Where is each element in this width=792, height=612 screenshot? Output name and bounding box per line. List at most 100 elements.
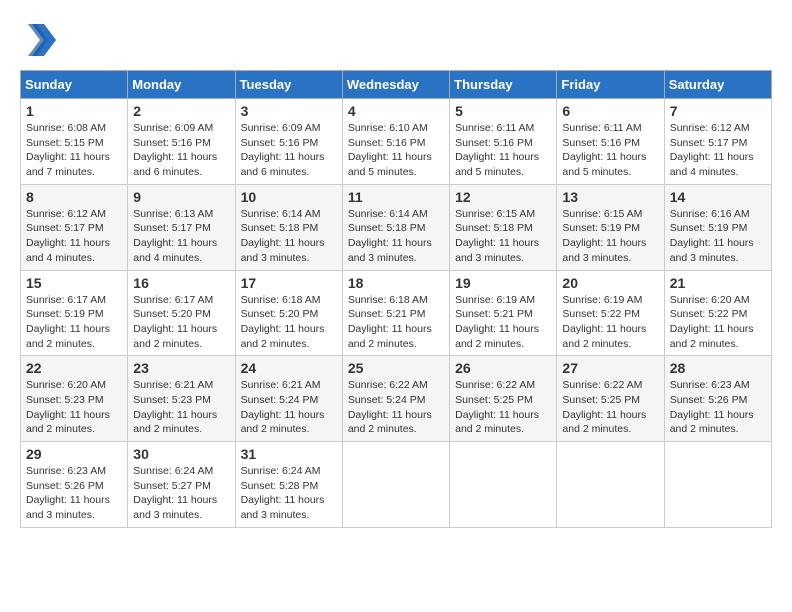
day-number: 9 bbox=[133, 189, 229, 205]
day-info: Sunrise: 6:18 AM Sunset: 5:21 PM Dayligh… bbox=[348, 293, 444, 352]
logo bbox=[20, 20, 64, 60]
calendar-week-5: 29 Sunrise: 6:23 AM Sunset: 5:26 PM Dayl… bbox=[21, 442, 772, 528]
daylight-label: Daylight: 11 hours and 2 minutes. bbox=[562, 409, 646, 436]
sunrise-label: Sunrise: 6:14 AM bbox=[241, 208, 321, 220]
daylight-label: Daylight: 11 hours and 3 minutes. bbox=[670, 237, 754, 264]
daylight-label: Daylight: 11 hours and 2 minutes. bbox=[348, 323, 432, 350]
sunrise-label: Sunrise: 6:21 AM bbox=[133, 379, 213, 391]
calendar-day-3: 3 Sunrise: 6:09 AM Sunset: 5:16 PM Dayli… bbox=[235, 99, 342, 185]
day-number: 29 bbox=[26, 446, 122, 462]
sunrise-label: Sunrise: 6:24 AM bbox=[133, 465, 213, 477]
daylight-label: Daylight: 11 hours and 2 minutes. bbox=[455, 409, 539, 436]
day-info: Sunrise: 6:21 AM Sunset: 5:23 PM Dayligh… bbox=[133, 378, 229, 437]
calendar-day-4: 4 Sunrise: 6:10 AM Sunset: 5:16 PM Dayli… bbox=[342, 99, 449, 185]
sunrise-label: Sunrise: 6:23 AM bbox=[26, 465, 106, 477]
sunrise-label: Sunrise: 6:10 AM bbox=[348, 122, 428, 134]
sunrise-label: Sunrise: 6:19 AM bbox=[455, 294, 535, 306]
calendar-day-29: 29 Sunrise: 6:23 AM Sunset: 5:26 PM Dayl… bbox=[21, 442, 128, 528]
weekday-monday: Monday bbox=[128, 71, 235, 99]
day-info: Sunrise: 6:24 AM Sunset: 5:28 PM Dayligh… bbox=[241, 464, 337, 523]
daylight-label: Daylight: 11 hours and 6 minutes. bbox=[133, 151, 217, 178]
day-info: Sunrise: 6:14 AM Sunset: 5:18 PM Dayligh… bbox=[241, 207, 337, 266]
day-number: 22 bbox=[26, 360, 122, 376]
day-info: Sunrise: 6:15 AM Sunset: 5:18 PM Dayligh… bbox=[455, 207, 551, 266]
day-info: Sunrise: 6:12 AM Sunset: 5:17 PM Dayligh… bbox=[26, 207, 122, 266]
calendar-day-23: 23 Sunrise: 6:21 AM Sunset: 5:23 PM Dayl… bbox=[128, 356, 235, 442]
calendar-day-14: 14 Sunrise: 6:16 AM Sunset: 5:19 PM Dayl… bbox=[664, 184, 771, 270]
sunrise-label: Sunrise: 6:17 AM bbox=[26, 294, 106, 306]
sunrise-label: Sunrise: 6:19 AM bbox=[562, 294, 642, 306]
daylight-label: Daylight: 11 hours and 2 minutes. bbox=[26, 409, 110, 436]
day-info: Sunrise: 6:23 AM Sunset: 5:26 PM Dayligh… bbox=[26, 464, 122, 523]
day-info: Sunrise: 6:09 AM Sunset: 5:16 PM Dayligh… bbox=[241, 121, 337, 180]
sunrise-label: Sunrise: 6:11 AM bbox=[455, 122, 534, 134]
sunset-label: Sunset: 5:17 PM bbox=[670, 137, 748, 149]
sunset-label: Sunset: 5:23 PM bbox=[26, 394, 104, 406]
calendar-table: SundayMondayTuesdayWednesdayThursdayFrid… bbox=[20, 70, 772, 528]
sunrise-label: Sunrise: 6:11 AM bbox=[562, 122, 641, 134]
sunset-label: Sunset: 5:19 PM bbox=[562, 222, 640, 234]
sunset-label: Sunset: 5:16 PM bbox=[562, 137, 640, 149]
daylight-label: Daylight: 11 hours and 2 minutes. bbox=[133, 409, 217, 436]
day-number: 25 bbox=[348, 360, 444, 376]
day-info: Sunrise: 6:18 AM Sunset: 5:20 PM Dayligh… bbox=[241, 293, 337, 352]
sunrise-label: Sunrise: 6:18 AM bbox=[241, 294, 321, 306]
sunset-label: Sunset: 5:19 PM bbox=[26, 308, 104, 320]
day-number: 31 bbox=[241, 446, 337, 462]
day-number: 5 bbox=[455, 103, 551, 119]
daylight-label: Daylight: 11 hours and 2 minutes. bbox=[133, 323, 217, 350]
sunset-label: Sunset: 5:21 PM bbox=[348, 308, 426, 320]
sunrise-label: Sunrise: 6:15 AM bbox=[455, 208, 535, 220]
empty-cell bbox=[557, 442, 664, 528]
day-number: 15 bbox=[26, 275, 122, 291]
weekday-tuesday: Tuesday bbox=[235, 71, 342, 99]
calendar-day-21: 21 Sunrise: 6:20 AM Sunset: 5:22 PM Dayl… bbox=[664, 270, 771, 356]
calendar-day-27: 27 Sunrise: 6:22 AM Sunset: 5:25 PM Dayl… bbox=[557, 356, 664, 442]
weekday-thursday: Thursday bbox=[450, 71, 557, 99]
day-info: Sunrise: 6:17 AM Sunset: 5:20 PM Dayligh… bbox=[133, 293, 229, 352]
calendar-day-28: 28 Sunrise: 6:23 AM Sunset: 5:26 PM Dayl… bbox=[664, 356, 771, 442]
day-info: Sunrise: 6:10 AM Sunset: 5:16 PM Dayligh… bbox=[348, 121, 444, 180]
sunset-label: Sunset: 5:23 PM bbox=[133, 394, 211, 406]
day-number: 30 bbox=[133, 446, 229, 462]
day-info: Sunrise: 6:23 AM Sunset: 5:26 PM Dayligh… bbox=[670, 378, 766, 437]
weekday-wednesday: Wednesday bbox=[342, 71, 449, 99]
empty-cell bbox=[450, 442, 557, 528]
daylight-label: Daylight: 11 hours and 4 minutes. bbox=[133, 237, 217, 264]
calendar-day-10: 10 Sunrise: 6:14 AM Sunset: 5:18 PM Dayl… bbox=[235, 184, 342, 270]
sunrise-label: Sunrise: 6:22 AM bbox=[348, 379, 428, 391]
calendar-day-31: 31 Sunrise: 6:24 AM Sunset: 5:28 PM Dayl… bbox=[235, 442, 342, 528]
sunrise-label: Sunrise: 6:21 AM bbox=[241, 379, 321, 391]
sunset-label: Sunset: 5:16 PM bbox=[348, 137, 426, 149]
calendar-body: 1 Sunrise: 6:08 AM Sunset: 5:15 PM Dayli… bbox=[21, 99, 772, 528]
sunset-label: Sunset: 5:24 PM bbox=[348, 394, 426, 406]
daylight-label: Daylight: 11 hours and 3 minutes. bbox=[133, 494, 217, 521]
day-info: Sunrise: 6:14 AM Sunset: 5:18 PM Dayligh… bbox=[348, 207, 444, 266]
sunrise-label: Sunrise: 6:18 AM bbox=[348, 294, 428, 306]
day-info: Sunrise: 6:08 AM Sunset: 5:15 PM Dayligh… bbox=[26, 121, 122, 180]
daylight-label: Daylight: 11 hours and 4 minutes. bbox=[26, 237, 110, 264]
sunset-label: Sunset: 5:25 PM bbox=[562, 394, 640, 406]
sunset-label: Sunset: 5:27 PM bbox=[133, 480, 211, 492]
calendar-day-9: 9 Sunrise: 6:13 AM Sunset: 5:17 PM Dayli… bbox=[128, 184, 235, 270]
daylight-label: Daylight: 11 hours and 5 minutes. bbox=[562, 151, 646, 178]
calendar-week-2: 8 Sunrise: 6:12 AM Sunset: 5:17 PM Dayli… bbox=[21, 184, 772, 270]
daylight-label: Daylight: 11 hours and 2 minutes. bbox=[26, 323, 110, 350]
calendar-day-11: 11 Sunrise: 6:14 AM Sunset: 5:18 PM Dayl… bbox=[342, 184, 449, 270]
sunrise-label: Sunrise: 6:12 AM bbox=[26, 208, 106, 220]
sunset-label: Sunset: 5:15 PM bbox=[26, 137, 104, 149]
sunset-label: Sunset: 5:18 PM bbox=[241, 222, 319, 234]
day-info: Sunrise: 6:19 AM Sunset: 5:21 PM Dayligh… bbox=[455, 293, 551, 352]
calendar-day-19: 19 Sunrise: 6:19 AM Sunset: 5:21 PM Dayl… bbox=[450, 270, 557, 356]
day-number: 7 bbox=[670, 103, 766, 119]
daylight-label: Daylight: 11 hours and 5 minutes. bbox=[455, 151, 539, 178]
empty-cell bbox=[664, 442, 771, 528]
page-header bbox=[20, 20, 772, 60]
day-info: Sunrise: 6:21 AM Sunset: 5:24 PM Dayligh… bbox=[241, 378, 337, 437]
sunset-label: Sunset: 5:24 PM bbox=[241, 394, 319, 406]
day-number: 11 bbox=[348, 189, 444, 205]
day-number: 20 bbox=[562, 275, 658, 291]
sunset-label: Sunset: 5:25 PM bbox=[455, 394, 533, 406]
day-info: Sunrise: 6:19 AM Sunset: 5:22 PM Dayligh… bbox=[562, 293, 658, 352]
daylight-label: Daylight: 11 hours and 3 minutes. bbox=[455, 237, 539, 264]
